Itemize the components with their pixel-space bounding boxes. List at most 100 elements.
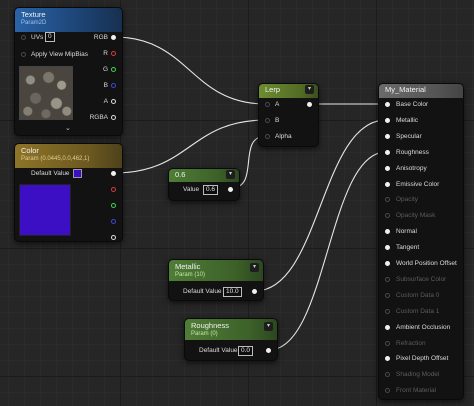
metallic-output-pin-icon[interactable]: [252, 289, 257, 294]
material-input-pin-icon[interactable]: [385, 165, 390, 171]
texture-param-node[interactable]: Texture Param2D UVs 0 Apply View MipBias…: [14, 7, 123, 136]
chevron-down-icon[interactable]: ▾: [264, 322, 273, 331]
material-input-pin-row[interactable]: Normal: [379, 228, 463, 237]
uvs-label: UVs: [31, 34, 44, 41]
wire-texture-to-lerp-a[interactable]: [113, 36, 267, 105]
material-input-pin-row[interactable]: Emissive Color: [379, 181, 463, 190]
color-g-output-pin-icon[interactable]: [111, 203, 116, 208]
material-input-pin-icon[interactable]: [385, 213, 390, 219]
material-input-pin-label: Refraction: [396, 339, 426, 347]
material-input-pin-row[interactable]: Pixel Depth Offset: [379, 355, 463, 364]
color-default-swatch[interactable]: [73, 169, 82, 178]
color-r-output-pin-icon[interactable]: [111, 187, 116, 192]
constant-value-field[interactable]: 0.6: [203, 185, 219, 195]
lerp-output-pin-icon[interactable]: [307, 102, 312, 107]
material-input-pin-icon[interactable]: [385, 276, 390, 282]
lerp-a-input-pin-icon[interactable]: [265, 102, 270, 107]
material-input-pin-icon[interactable]: [385, 292, 390, 298]
wire-roughness-to-material[interactable]: [268, 151, 387, 351]
material-input-pin-row[interactable]: Refraction: [379, 340, 463, 349]
material-input-pin-icon[interactable]: [385, 181, 390, 187]
material-input-pin-row[interactable]: Custom Data 1: [379, 308, 463, 317]
material-input-pin-label: Anisotropy: [396, 164, 427, 172]
material-input-pin-row[interactable]: Roughness: [379, 149, 463, 158]
lerp-b-input-pin-icon[interactable]: [265, 118, 270, 123]
material-input-pin-row[interactable]: Opacity: [379, 196, 463, 205]
a-output-pin-icon[interactable]: [111, 99, 116, 104]
material-input-pin-row[interactable]: Subsurface Color: [379, 276, 463, 285]
material-input-pin-icon[interactable]: [385, 356, 390, 362]
b-output-pin-icon[interactable]: [111, 83, 116, 88]
color-node-subtitle: Param (0.0445,0.0,462,1): [21, 156, 90, 162]
color-rgb-output-pin-icon[interactable]: [111, 171, 116, 176]
material-input-pin-icon[interactable]: [385, 229, 390, 235]
material-input-pin-row[interactable]: Ambient Occlusion: [379, 324, 463, 333]
mipbias-pin-icon[interactable]: [21, 52, 26, 57]
rgb-output-pin-icon[interactable]: [111, 35, 116, 40]
texture-output-rgb-label: RGB: [93, 34, 108, 41]
material-input-pin-row[interactable]: Anisotropy: [379, 165, 463, 174]
material-input-pin-icon[interactable]: [385, 261, 390, 266]
material-input-pin-row[interactable]: Specular: [379, 133, 463, 142]
material-input-pin-row[interactable]: Metallic: [379, 117, 463, 126]
color-b-output-pin-icon[interactable]: [111, 219, 116, 224]
material-input-pin-row[interactable]: Custom Data 0: [379, 292, 463, 301]
rgba-output-pin-icon[interactable]: [111, 115, 116, 120]
lerp-node[interactable]: Lerp ▾ A B Alpha: [258, 83, 319, 147]
material-input-pin-row[interactable]: Opacity Mask: [379, 212, 463, 221]
material-input-pin-row[interactable]: Shading Model: [379, 371, 463, 380]
uvs-pin-icon[interactable]: [21, 35, 26, 40]
material-input-pin-row[interactable]: Base Color: [379, 101, 463, 110]
metallic-param-node[interactable]: Metallic Param (10) ▾ Default Value 10.0: [168, 259, 264, 301]
material-input-pin-row[interactable]: World Position Offset: [379, 260, 463, 269]
material-input-pin-label: Metallic: [396, 116, 419, 124]
material-input-pin-icon[interactable]: [385, 197, 390, 203]
material-input-pin-icon[interactable]: [385, 388, 390, 394]
lerp-node-header[interactable]: Lerp ▾: [259, 84, 318, 98]
chevron-down-icon[interactable]: ▾: [250, 263, 259, 272]
r-output-pin-icon[interactable]: [111, 51, 116, 56]
material-input-pin-icon[interactable]: [385, 149, 390, 155]
roughness-value-field[interactable]: 0.0: [238, 346, 254, 356]
material-input-pin-icon[interactable]: [385, 372, 390, 378]
constant-node-header[interactable]: 0.6 ▾: [169, 169, 239, 182]
material-input-pin-label: Custom Data 1: [396, 307, 440, 315]
chevron-down-icon[interactable]: ▾: [305, 85, 314, 94]
texture-node-header[interactable]: Texture Param2D: [15, 8, 122, 32]
color-preview-swatch: [19, 184, 71, 236]
g-output-pin-icon[interactable]: [111, 67, 116, 72]
lerp-alpha-input-pin-icon[interactable]: [265, 134, 270, 139]
expand-chevron-icon[interactable]: ⌄: [65, 124, 71, 132]
material-input-pin-icon[interactable]: [385, 340, 390, 346]
color-a-output-pin-icon[interactable]: [111, 235, 116, 240]
material-input-pin-icon[interactable]: [385, 117, 390, 123]
color-default-label: Default Value: [31, 170, 70, 177]
material-input-pin-icon[interactable]: [385, 245, 390, 251]
material-output-node[interactable]: My_Material Base Color Metallic Specular Ro…: [378, 83, 464, 400]
texture-output-a-label: A: [103, 98, 108, 105]
color-node-header[interactable]: Color Param (0.0445,0.0,462,1): [15, 144, 122, 168]
constant-output-pin-icon[interactable]: [228, 187, 233, 192]
constant-node[interactable]: 0.6 ▾ Value 0.6: [168, 168, 240, 201]
metallic-node-subtitle: Param (10): [175, 272, 206, 278]
material-input-pin-icon[interactable]: [385, 308, 390, 314]
metallic-value-field[interactable]: 10.0: [223, 287, 242, 297]
texture-output-rgba-label: RGBA: [89, 114, 108, 121]
material-input-pin-icon[interactable]: [385, 133, 390, 139]
mipbias-label: Apply View MipBias: [31, 51, 88, 58]
roughness-param-node[interactable]: Roughness Param (0) ▾ Default Value 0.0: [184, 318, 278, 361]
metallic-node-header[interactable]: Metallic Param (10) ▾: [169, 260, 263, 281]
material-input-pin-icon[interactable]: [385, 324, 390, 330]
material-node-header[interactable]: My_Material: [379, 84, 463, 98]
uvs-value-field[interactable]: 0: [45, 32, 55, 42]
material-node-title: My_Material: [385, 85, 426, 94]
material-input-pin-icon[interactable]: [385, 102, 390, 107]
material-input-pin-label: Emissive Color: [396, 180, 440, 188]
material-input-pin-row[interactable]: Tangent: [379, 244, 463, 253]
material-input-pin-row[interactable]: Front Material: [379, 387, 463, 396]
color-param-node[interactable]: Color Param (0.0445,0.0,462,1) Default V…: [14, 143, 123, 242]
roughness-node-header[interactable]: Roughness Param (0) ▾: [185, 319, 277, 340]
roughness-output-pin-icon[interactable]: [266, 348, 271, 353]
wire-color-to-lerp-b[interactable]: [113, 119, 267, 174]
chevron-down-icon[interactable]: ▾: [226, 170, 235, 179]
